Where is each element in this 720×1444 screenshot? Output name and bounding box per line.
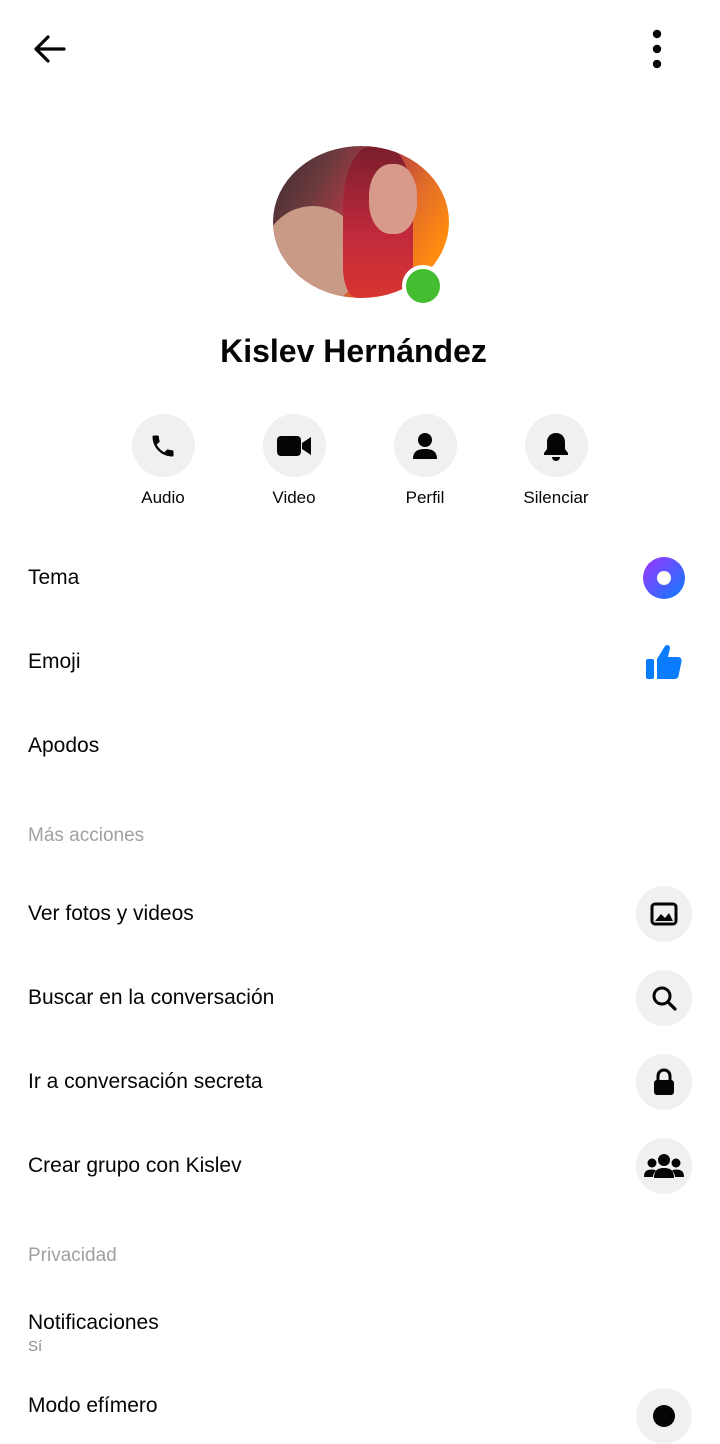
create-group-label: Crear grupo con Kislev: [28, 1154, 242, 1177]
profile-label: Perfil: [405, 488, 445, 507]
person-icon: [413, 432, 437, 459]
profile-button[interactable]: Perfil: [370, 414, 480, 508]
nicknames-row[interactable]: Apodos: [0, 711, 720, 781]
more-actions-heading: Más acciones: [28, 825, 145, 846]
audio-label: Audio: [141, 488, 185, 507]
bell-icon: [544, 432, 568, 461]
mute-label: Silenciar: [523, 488, 589, 507]
lock-icon-circle[interactable]: [636, 1054, 692, 1110]
online-status-indicator: [402, 265, 444, 307]
vanish-mode-icon: [653, 1405, 675, 1427]
mute-circle[interactable]: [524, 414, 588, 477]
lock-icon: [654, 1068, 674, 1095]
back-button[interactable]: [24, 26, 74, 72]
profile-circle[interactable]: [393, 414, 457, 477]
notifications-value: Sí: [28, 1338, 43, 1355]
group-icon: [644, 1154, 684, 1178]
emoji-row[interactable]: Emoji: [0, 627, 720, 697]
audio-circle[interactable]: [131, 414, 195, 477]
privacy-heading: Privacidad: [28, 1245, 117, 1266]
view-media-label: Ver fotos y videos: [28, 902, 194, 925]
theme-label: Tema: [28, 566, 80, 589]
thumbs-up-icon: [646, 644, 682, 679]
create-group-row[interactable]: Crear grupo con Kislev: [0, 1131, 720, 1201]
theme-swatch[interactable]: [643, 557, 685, 599]
view-media-row[interactable]: Ver fotos y videos: [0, 879, 720, 949]
profile-avatar-wrapper[interactable]: [273, 146, 449, 307]
audio-call-button[interactable]: Audio: [108, 414, 218, 508]
group-icon-circle[interactable]: [636, 1138, 692, 1194]
notifications-label: Notificaciones: [28, 1311, 159, 1334]
phone-icon: [152, 435, 174, 456]
view-media-icon-circle[interactable]: [636, 886, 692, 942]
video-call-button[interactable]: Video: [239, 414, 349, 508]
quick-actions: Audio Video Perfil Silenciar: [0, 414, 720, 524]
secret-conversation-row[interactable]: Ir a conversación secreta: [0, 1047, 720, 1117]
mute-button[interactable]: Silenciar: [501, 414, 611, 508]
emoji-label: Emoji: [28, 650, 81, 673]
notifications-row[interactable]: Notificaciones Sí: [28, 1311, 159, 1355]
profile-name: Kislev Hernández: [220, 333, 487, 369]
theme-gradient-icon: [643, 557, 685, 599]
top-bar: [0, 0, 720, 100]
video-circle[interactable]: [262, 414, 326, 477]
vanish-mode-icon-circle[interactable]: [636, 1388, 692, 1444]
nicknames-label: Apodos: [28, 734, 100, 757]
search-conversation-label: Buscar en la conversación: [28, 986, 275, 1009]
search-icon-circle[interactable]: [636, 970, 692, 1026]
search-conversation-row[interactable]: Buscar en la conversación: [0, 963, 720, 1033]
vanish-mode-label[interactable]: Modo efímero: [28, 1394, 158, 1418]
more-vertical-icon: [652, 29, 662, 69]
video-camera-icon: [277, 435, 311, 456]
more-options-button[interactable]: [632, 26, 682, 72]
image-icon: [650, 902, 678, 926]
video-label: Video: [272, 488, 316, 507]
search-icon: [652, 986, 677, 1011]
secret-conversation-label: Ir a conversación secreta: [28, 1070, 263, 1093]
theme-row[interactable]: Tema: [0, 543, 720, 613]
arrow-left-icon: [34, 35, 66, 63]
emoji-preview[interactable]: [644, 642, 684, 682]
